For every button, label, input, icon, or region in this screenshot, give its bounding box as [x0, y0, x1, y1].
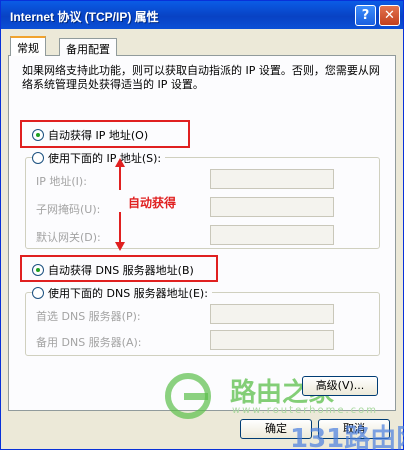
- radio-unselected-icon[interactable]: [32, 287, 44, 299]
- subnet-mask-field[interactable]: [210, 197, 334, 217]
- subnet-mask-label: 子网掩码(U):: [36, 203, 101, 216]
- preferred-dns-label: 首选 DNS 服务器(P):: [36, 310, 141, 323]
- ip-auto-radio-row[interactable]: 自动获得 IP 地址(O): [32, 127, 148, 143]
- ip-manual-label: 使用下面的 IP 地址(S):: [48, 152, 162, 165]
- preferred-dns-field[interactable]: [210, 304, 334, 324]
- down-arrow-icon: [115, 242, 125, 251]
- advanced-button[interactable]: 高级(V)...: [302, 376, 378, 396]
- watermark-logo-icon: [165, 373, 211, 419]
- default-gateway-label: 默认网关(D):: [36, 231, 101, 244]
- watermark-brand-2: 131路由网: [290, 424, 404, 454]
- alternate-dns-label: 备用 DNS 服务器(A):: [36, 336, 142, 349]
- tab-general[interactable]: 常规: [10, 36, 46, 56]
- close-button[interactable]: ✕: [379, 5, 400, 26]
- auto-obtain-annotation: 自动获得: [128, 196, 177, 210]
- watermark-url: www.routerhome.com: [232, 405, 379, 416]
- title-bar[interactable]: Internet 协议 (TCP/IP) 属性 ? ✕: [1, 1, 403, 29]
- down-arrow-shaft: [119, 212, 121, 242]
- help-button[interactable]: ?: [355, 5, 376, 26]
- radio-selected-icon[interactable]: [32, 264, 44, 276]
- alternate-dns-field[interactable]: [210, 330, 334, 350]
- dns-manual-radio-row[interactable]: 使用下面的 DNS 服务器地址(E):: [32, 285, 212, 301]
- default-gateway-field[interactable]: [210, 225, 334, 245]
- ip-address-label: IP 地址(I):: [36, 175, 87, 188]
- ip-address-field[interactable]: [210, 169, 334, 189]
- tab-alternate-config[interactable]: 备用配置: [59, 38, 117, 56]
- dns-auto-label: 自动获得 DNS 服务器地址(B): [48, 264, 194, 277]
- intro-text: 如果网络支持此功能，则可以获取自动指派的 IP 设置。否则，您需要从网络系统管理…: [22, 64, 380, 91]
- ip-auto-label: 自动获得 IP 地址(O): [48, 129, 149, 142]
- dns-auto-radio-row[interactable]: 自动获得 DNS 服务器地址(B): [32, 262, 194, 278]
- radio-unselected-icon[interactable]: [32, 152, 44, 164]
- up-arrow-shaft: [119, 166, 121, 190]
- ip-manual-radio-row[interactable]: 使用下面的 IP 地址(S):: [32, 150, 166, 166]
- radio-selected-icon[interactable]: [32, 129, 44, 141]
- window-title: Internet 协议 (TCP/IP) 属性: [10, 10, 159, 24]
- dns-manual-label: 使用下面的 DNS 服务器地址(E):: [48, 287, 208, 300]
